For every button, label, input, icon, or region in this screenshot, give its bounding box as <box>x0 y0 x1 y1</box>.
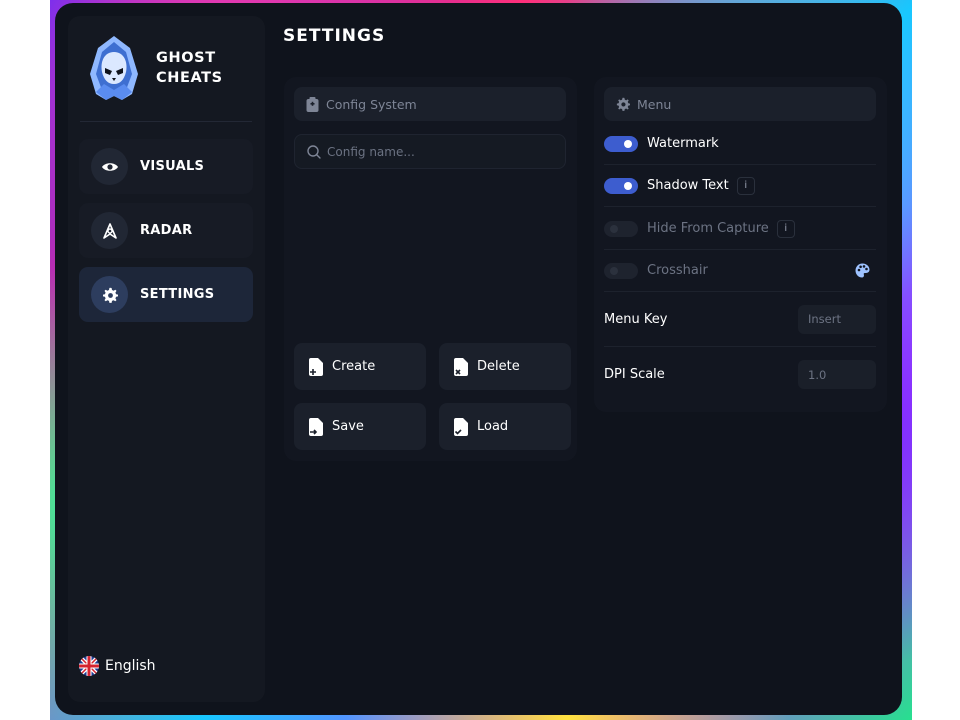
nav-label-settings: SETTINGS <box>140 287 215 302</box>
delete-button-label: Delete <box>477 359 520 374</box>
palette-icon[interactable] <box>855 263 870 278</box>
create-button-label: Create <box>332 359 376 374</box>
menu-key-field[interactable]: Insert <box>798 304 876 334</box>
load-button[interactable]: Load <box>439 403 571 450</box>
sidebar: GHOST CHEATS VISUALS RADAR SETTINGS Engl… <box>68 16 265 702</box>
gear-icon <box>91 276 128 313</box>
menu-key-label: Menu Key <box>604 311 668 327</box>
page-title: SETTINGS <box>283 26 386 46</box>
crosshair-row: Crosshair <box>604 250 876 292</box>
nav-item-visuals[interactable]: VISUALS <box>79 139 253 194</box>
shadow-text-label: Shadow Text <box>647 178 729 193</box>
create-button[interactable]: Create <box>294 343 426 390</box>
hide-from-capture-row: Hide From Capture i <box>604 208 876 250</box>
load-button-label: Load <box>477 419 509 434</box>
eye-icon <box>91 148 128 185</box>
radar-icon <box>91 212 128 249</box>
dpi-scale-label: DPI Scale <box>604 367 665 382</box>
menu-panel: Menu Watermark Shadow Text i Hide From C… <box>594 77 887 412</box>
config-name-input[interactable] <box>327 144 547 159</box>
crosshair-toggle[interactable] <box>604 262 638 279</box>
info-icon[interactable]: i <box>776 219 795 238</box>
hide-from-capture-label: Hide From Capture <box>647 221 769 236</box>
search-icon <box>307 144 321 159</box>
info-icon[interactable]: i <box>736 176 755 195</box>
watermark-row: Watermark <box>604 123 876 165</box>
hooded-skull-logo <box>90 36 138 100</box>
clipboard-icon <box>306 96 319 112</box>
file-arrow-icon <box>309 417 323 436</box>
watermark-toggle[interactable] <box>604 135 638 152</box>
config-system-header: Config System <box>294 87 566 121</box>
dpi-scale-field[interactable]: 1.0 <box>798 360 876 389</box>
save-button[interactable]: Save <box>294 403 426 450</box>
language-selector[interactable]: English <box>79 656 156 676</box>
nav-label-radar: RADAR <box>140 223 193 238</box>
file-plus-icon <box>309 357 323 376</box>
nav-item-radar[interactable]: RADAR <box>79 203 253 258</box>
watermark-label: Watermark <box>647 136 719 151</box>
nav-item-settings[interactable]: SETTINGS <box>79 267 253 322</box>
file-check-icon <box>454 417 468 436</box>
menu-title: Menu <box>637 96 672 112</box>
config-system-title: Config System <box>326 96 417 112</box>
crosshair-label: Crosshair <box>647 263 708 278</box>
shadow-text-row: Shadow Text i <box>604 165 876 207</box>
brand: GHOST CHEATS <box>86 28 256 108</box>
cheat-menu-window: GHOST CHEATS VISUALS RADAR SETTINGS Engl… <box>55 3 902 715</box>
hide-from-capture-toggle[interactable] <box>604 220 638 237</box>
brand-name: GHOST CHEATS <box>156 48 223 88</box>
uk-flag-icon <box>79 656 99 676</box>
menu-header: Menu <box>604 87 876 121</box>
config-system-panel: Config System Create Delete Save Load <box>284 77 577 461</box>
nav-label-visuals: VISUALS <box>140 159 205 174</box>
language-label: English <box>105 658 156 674</box>
save-button-label: Save <box>332 419 364 434</box>
file-x-icon <box>454 357 468 376</box>
delete-button[interactable]: Delete <box>439 343 571 390</box>
brand-line-1: GHOST <box>156 50 216 66</box>
gear-icon <box>616 97 630 111</box>
config-search-box[interactable] <box>294 134 566 169</box>
brand-line-2: CHEATS <box>156 70 223 86</box>
brand-divider <box>80 121 252 122</box>
shadow-text-toggle[interactable] <box>604 177 638 194</box>
menu-key-row: Menu Key Insert <box>604 292 876 347</box>
dpi-scale-row: DPI Scale 1.0 <box>604 347 876 402</box>
